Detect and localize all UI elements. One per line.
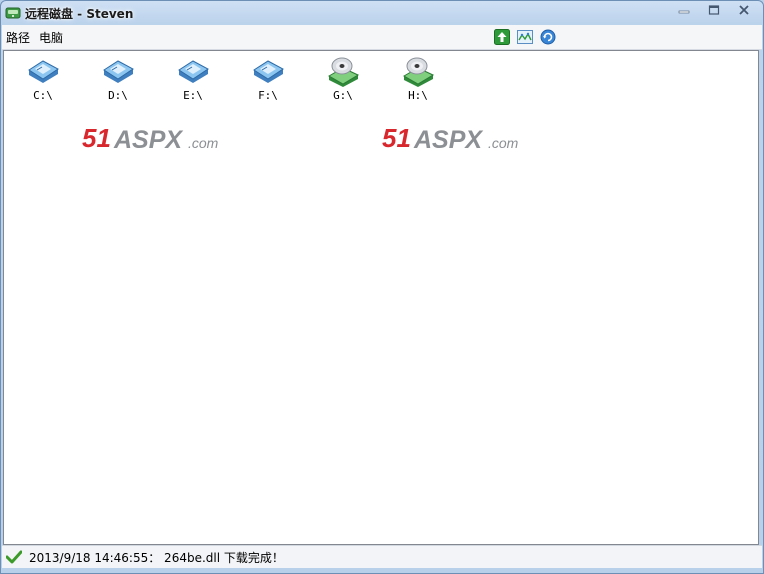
- drive-label: E:\: [183, 89, 203, 102]
- hard-disk-icon: [253, 60, 284, 83]
- drive-item-f[interactable]: F:\: [243, 55, 293, 105]
- drive-item-c[interactable]: C:\: [18, 55, 68, 105]
- status-bar: 2013/9/18 14:46:55： 264be.dll 下载完成！: [2, 545, 762, 568]
- minimize-icon: [678, 10, 690, 14]
- watermark-logo: 51 ASPX .com: [382, 123, 519, 154]
- network-icon[interactable]: [517, 29, 533, 45]
- window-title: 远程磁盘 - Steven: [25, 7, 134, 21]
- menu-bar: 路径 电脑: [2, 25, 762, 50]
- title-bar[interactable]: 远程磁盘 - Steven: [1, 1, 763, 25]
- close-button[interactable]: [731, 1, 757, 19]
- svg-text:51: 51: [382, 123, 411, 153]
- drive-list-panel[interactable]: C:\ D:\ E:\ F:\ G:\ H:\ 51 ASPX .com 51 …: [3, 50, 759, 545]
- svg-text:.com: .com: [188, 135, 219, 151]
- hard-disk-icon: [28, 60, 59, 83]
- minimize-button[interactable]: [671, 1, 697, 19]
- drive-label: C:\: [33, 89, 53, 102]
- checkmark-icon: [6, 550, 22, 564]
- menu-item-computer[interactable]: 电脑: [39, 29, 63, 46]
- menu-item-path[interactable]: 路径: [6, 29, 30, 46]
- drive-item-d[interactable]: D:\: [93, 55, 143, 105]
- maximize-button[interactable]: [701, 1, 727, 19]
- maximize-icon: [708, 5, 720, 15]
- network-drive-icon: [5, 7, 21, 19]
- caption-buttons: [671, 1, 757, 21]
- drive-item-h[interactable]: H:\: [393, 55, 443, 105]
- cd-drive-icon: [327, 57, 359, 87]
- drive-item-e[interactable]: E:\: [168, 55, 218, 105]
- svg-text:.com: .com: [488, 135, 519, 151]
- svg-text:ASPX: ASPX: [113, 126, 183, 154]
- status-message: 2013/9/18 14:46:55： 264be.dll 下载完成！: [29, 551, 284, 565]
- svg-text:51: 51: [82, 123, 111, 153]
- drive-label: D:\: [108, 89, 128, 102]
- drive-label: H:\: [408, 89, 428, 102]
- drive-item-g[interactable]: G:\: [318, 55, 368, 105]
- cd-drive-icon: [402, 57, 434, 87]
- watermark-logo: 51 ASPX .com: [82, 123, 219, 154]
- close-icon: [739, 5, 749, 15]
- drive-label: F:\: [258, 89, 278, 102]
- refresh-icon[interactable]: [540, 29, 556, 45]
- up-arrow-icon[interactable]: [494, 29, 510, 45]
- hard-disk-icon: [103, 60, 134, 83]
- drive-label: G:\: [333, 89, 353, 102]
- remote-disk-window: 远程磁盘 - Steven 路径 电脑 C:\ D:\ E:\ F:\ G:\ …: [0, 0, 764, 574]
- svg-text:ASPX: ASPX: [413, 126, 483, 154]
- hard-disk-icon: [178, 60, 209, 83]
